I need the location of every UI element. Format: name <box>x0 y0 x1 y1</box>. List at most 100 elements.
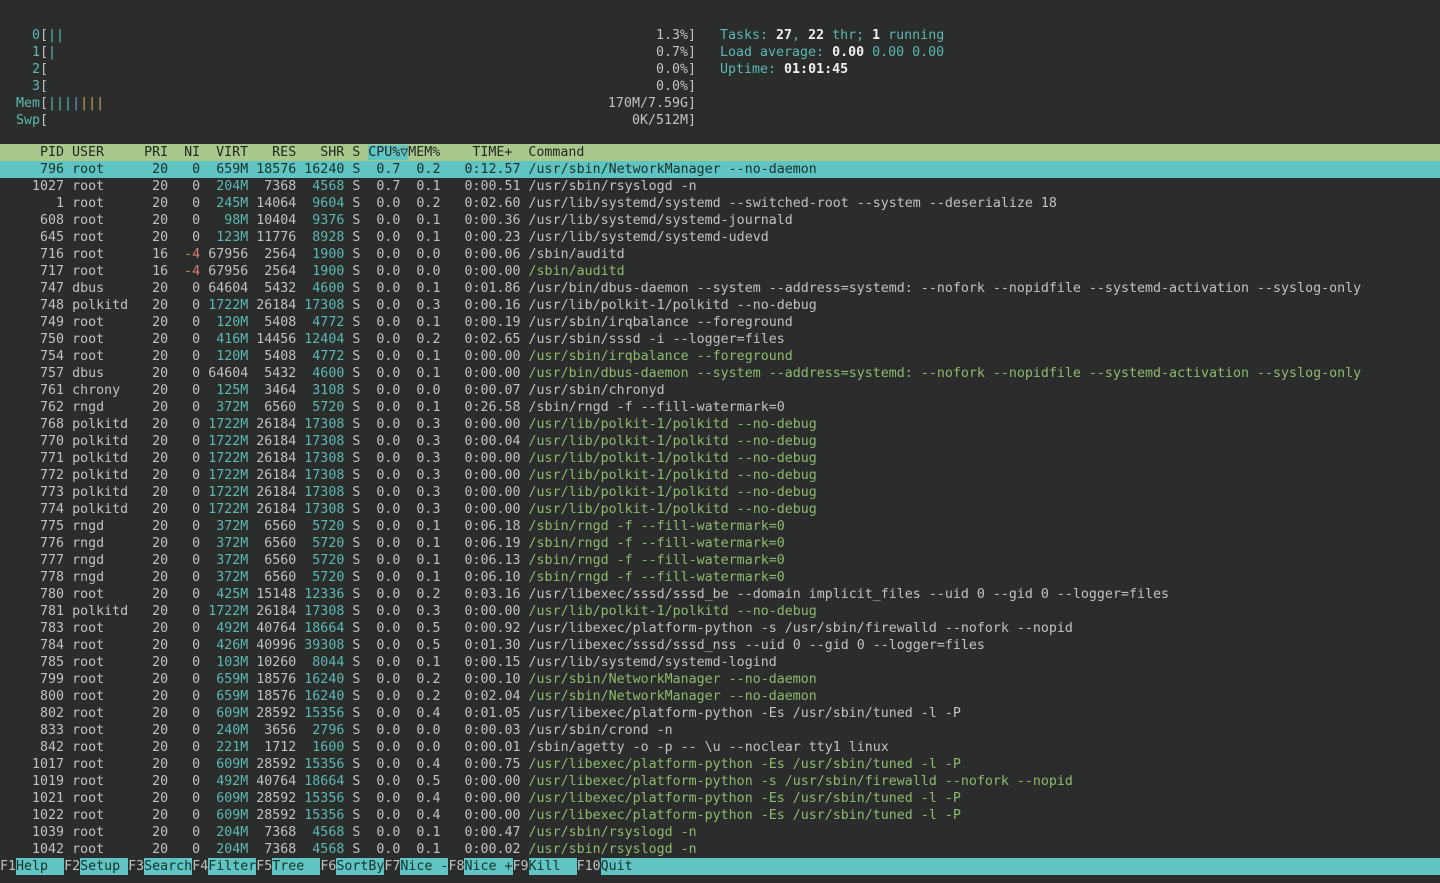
cell-shr: 12336 <box>304 587 344 602</box>
process-row-1[interactable]: 1 root 20 0 245M 14064 9604 S 0.0 0.2 0:… <box>0 195 1440 212</box>
cell-pri: 20 <box>144 213 168 228</box>
process-row-768[interactable]: 768 polkitd 20 0 1722M 26184 17308 S 0.0… <box>0 416 1440 433</box>
fkey-f10[interactable]: F10Quit <box>577 858 1440 875</box>
cell-pid: 645 <box>8 230 64 245</box>
cell-command: /sbin/rngd -f --fill-watermark=0 <box>529 400 785 415</box>
cell-mem: 0.1 <box>408 230 440 245</box>
process-row-716[interactable]: 716 root 16 -4 67956 2564 1900 S 0.0 0.0… <box>0 246 1440 263</box>
process-row-776[interactable]: 776 rngd 20 0 372M 6560 5720 S 0.0 0.1 0… <box>0 535 1440 552</box>
mem-meter-label: Mem <box>16 95 40 112</box>
cell-mem: 0.2 <box>408 196 440 211</box>
cell-shr: 17308 <box>304 451 344 466</box>
cell-ni: 0 <box>168 519 200 534</box>
cell-user: dbus <box>72 281 144 296</box>
header-col-cpu-sorted[interactable]: CPU%▽ <box>368 145 408 160</box>
swp-meter-value: 0K/512M <box>632 112 688 129</box>
cell-pid: 784 <box>8 638 64 653</box>
process-row-1027[interactable]: 1027 root 20 0 204M 7368 4568 S 0.7 0.1 … <box>0 178 1440 195</box>
process-row-1021[interactable]: 1021 root 20 0 609M 28592 15356 S 0.0 0.… <box>0 790 1440 807</box>
process-row-802[interactable]: 802 root 20 0 609M 28592 15356 S 0.0 0.4… <box>0 705 1440 722</box>
cell-virt: 67956 <box>208 264 248 279</box>
fkey-f9[interactable]: F9Kill <box>513 858 577 875</box>
process-row-771[interactable]: 771 polkitd 20 0 1722M 26184 17308 S 0.0… <box>0 450 1440 467</box>
cell-pri: 20 <box>144 196 168 211</box>
process-row-757[interactable]: 757 dbus 20 0 64604 5432 4600 S 0.0 0.1 … <box>0 365 1440 382</box>
cell-shr: 16240 <box>304 672 344 687</box>
cell-res: 6560 <box>256 570 296 585</box>
cell-cpu: 0.0 <box>368 791 400 806</box>
process-row-747[interactable]: 747 dbus 20 0 64604 5432 4600 S 0.0 0.1 … <box>0 280 1440 297</box>
fkey-f5[interactable]: F5Tree <box>256 858 320 875</box>
process-row-608[interactable]: 608 root 20 0 98M 10404 9376 S 0.0 0.1 0… <box>0 212 1440 229</box>
process-row-777[interactable]: 777 rngd 20 0 372M 6560 5720 S 0.0 0.1 0… <box>0 552 1440 569</box>
process-row-783[interactable]: 783 root 20 0 492M 40764 18664 S 0.0 0.5… <box>0 620 1440 637</box>
cell-mem: 0.1 <box>408 281 440 296</box>
process-row-762[interactable]: 762 rngd 20 0 372M 6560 5720 S 0.0 0.1 0… <box>0 399 1440 416</box>
process-row-748[interactable]: 748 polkitd 20 0 1722M 26184 17308 S 0.0… <box>0 297 1440 314</box>
process-row-775[interactable]: 775 rngd 20 0 372M 6560 5720 S 0.0 0.1 0… <box>0 518 1440 535</box>
cell-cpu: 0.0 <box>368 825 400 840</box>
header-columns-right[interactable]: MEM% TIME+ Command <box>408 145 584 160</box>
process-row-754[interactable]: 754 root 20 0 120M 5408 4772 S 0.0 0.1 0… <box>0 348 1440 365</box>
f1-key-label: Help <box>16 858 64 875</box>
cell-time: 0:00.00 <box>448 604 520 619</box>
process-row-1042[interactable]: 1042 root 20 0 204M 7368 4568 S 0.0 0.1 … <box>0 841 1440 858</box>
process-row-1019[interactable]: 1019 root 20 0 492M 40764 18664 S 0.0 0.… <box>0 773 1440 790</box>
process-row-842[interactable]: 842 root 20 0 221M 1712 1600 S 0.0 0.0 0… <box>0 739 1440 756</box>
tasks-threads: 22 <box>808 28 824 43</box>
fkey-f4[interactable]: F4Filter <box>192 858 256 875</box>
cell-user: polkitd <box>72 468 144 483</box>
process-row-750[interactable]: 750 root 20 0 416M 14456 12404 S 0.0 0.2… <box>0 331 1440 348</box>
cell-res: 6560 <box>256 400 296 415</box>
cell-pid: 1019 <box>8 774 64 789</box>
fkey-f2[interactable]: F2Setup <box>64 858 128 875</box>
process-row-800[interactable]: 800 root 20 0 659M 18576 16240 S 0.0 0.2… <box>0 688 1440 705</box>
cpu0-meter-label: 0 <box>16 27 40 44</box>
cell-time: 0:00.36 <box>448 213 520 228</box>
cell-pid: 775 <box>8 519 64 534</box>
process-row-645[interactable]: 645 root 20 0 123M 11776 8928 S 0.0 0.1 … <box>0 229 1440 246</box>
fkey-f1[interactable]: F1Help <box>0 858 64 875</box>
process-row-1022[interactable]: 1022 root 20 0 609M 28592 15356 S 0.0 0.… <box>0 807 1440 824</box>
cell-virt: 1722M <box>208 417 248 432</box>
process-row-770[interactable]: 770 polkitd 20 0 1722M 26184 17308 S 0.0… <box>0 433 1440 450</box>
f6-key-number: F6 <box>320 858 336 875</box>
fkey-f3[interactable]: F3Search <box>128 858 192 875</box>
process-row-774[interactable]: 774 polkitd 20 0 1722M 26184 17308 S 0.0… <box>0 501 1440 518</box>
cell-cpu: 0.0 <box>368 740 400 755</box>
fkey-f8[interactable]: F8Nice + <box>448 858 512 875</box>
process-row-717[interactable]: 717 root 16 -4 67956 2564 1900 S 0.0 0.0… <box>0 263 1440 280</box>
cell-pri: 20 <box>144 774 168 789</box>
process-row-796[interactable]: 796 root 20 0 659M 18576 16240 S 0.7 0.2… <box>0 161 1440 178</box>
process-row-799[interactable]: 799 root 20 0 659M 18576 16240 S 0.0 0.2… <box>0 671 1440 688</box>
process-row-1039[interactable]: 1039 root 20 0 204M 7368 4568 S 0.0 0.1 … <box>0 824 1440 841</box>
function-key-bar: F1Help F2Setup F3SearchF4FilterF5Tree F6… <box>0 858 1440 875</box>
cell-command: /usr/sbin/NetworkManager --no-daemon <box>529 672 817 687</box>
process-row-749[interactable]: 749 root 20 0 120M 5408 4772 S 0.0 0.1 0… <box>0 314 1440 331</box>
process-row-785[interactable]: 785 root 20 0 103M 10260 8044 S 0.0 0.1 … <box>0 654 1440 671</box>
cell-res: 3464 <box>256 383 296 398</box>
process-row-761[interactable]: 761 chrony 20 0 125M 3464 3108 S 0.0 0.0… <box>0 382 1440 399</box>
cell-user: root <box>72 672 144 687</box>
cpu1-meter-label: 1 <box>16 44 40 61</box>
process-row-833[interactable]: 833 root 20 0 240M 3656 2796 S 0.0 0.0 0… <box>0 722 1440 739</box>
cell-command: /usr/libexec/platform-python -Es /usr/sb… <box>529 757 961 772</box>
cell-user: root <box>72 638 144 653</box>
process-row-778[interactable]: 778 rngd 20 0 372M 6560 5720 S 0.0 0.1 0… <box>0 569 1440 586</box>
cell-cpu: 0.0 <box>368 570 400 585</box>
process-row-781[interactable]: 781 polkitd 20 0 1722M 26184 17308 S 0.0… <box>0 603 1440 620</box>
process-row-773[interactable]: 773 polkitd 20 0 1722M 26184 17308 S 0.0… <box>0 484 1440 501</box>
fkey-f7[interactable]: F7Nice - <box>384 858 448 875</box>
process-row-1017[interactable]: 1017 root 20 0 609M 28592 15356 S 0.0 0.… <box>0 756 1440 773</box>
process-row-780[interactable]: 780 root 20 0 425M 15148 12336 S 0.0 0.2… <box>0 586 1440 603</box>
fkey-f6[interactable]: F6SortBy <box>320 858 384 875</box>
process-row-772[interactable]: 772 polkitd 20 0 1722M 26184 17308 S 0.0… <box>0 467 1440 484</box>
process-row-784[interactable]: 784 root 20 0 426M 40996 39308 S 0.0 0.5… <box>0 637 1440 654</box>
cell-pid: 780 <box>8 587 64 602</box>
cell-pid: 750 <box>8 332 64 347</box>
cell-command: /usr/lib/polkit-1/polkitd --no-debug <box>529 485 817 500</box>
header-columns-left[interactable]: PID USER PRI NI VIRT RES SHR S <box>8 145 368 160</box>
cell-time: 0:02.04 <box>448 689 520 704</box>
cell-ni: 0 <box>168 213 200 228</box>
cell-ni: 0 <box>168 400 200 415</box>
